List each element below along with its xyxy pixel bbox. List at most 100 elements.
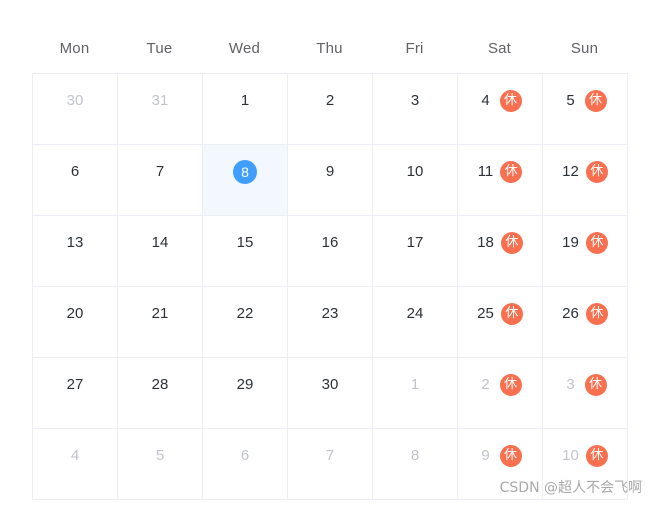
- day-number: 3: [566, 376, 575, 393]
- calendar-day-cell[interactable]: 15: [203, 216, 288, 287]
- calendar-day-cell[interactable]: 30: [33, 74, 118, 145]
- rest-day-badge-icon: 休: [500, 232, 523, 254]
- day-number: 20: [66, 305, 84, 322]
- calendar-day-cell[interactable]: 10: [373, 145, 458, 216]
- calendar-day-cell[interactable]: 10 休: [543, 429, 628, 500]
- rest-day-badge-icon: 休: [584, 374, 607, 396]
- calendar-day-cell[interactable]: 28: [118, 358, 203, 429]
- day-cell-content: 16: [288, 231, 372, 255]
- calendar-day-cell[interactable]: 2休: [458, 358, 543, 429]
- calendar-day-cell[interactable]: 30: [288, 358, 373, 429]
- calendar-day-cell[interactable]: 4休: [458, 74, 543, 145]
- calendar-day-cell[interactable]: 25 休: [458, 287, 543, 358]
- calendar-day-cell[interactable]: 27: [33, 358, 118, 429]
- calendar-day-cell[interactable]: 22: [203, 287, 288, 358]
- calendar-day-cell[interactable]: 26 休: [543, 287, 628, 358]
- selected-day-number: 8: [233, 160, 257, 184]
- calendar-day-cell[interactable]: 17: [373, 216, 458, 287]
- calendar-day-cell[interactable]: 9: [288, 145, 373, 216]
- day-number: 25: [477, 305, 494, 322]
- calendar: Mon Tue Wed Thu Fri Sat Sun 30 31 1 2 3 4 休 5 休 6 7 8 9 10 1…: [0, 0, 660, 509]
- calendar-day-cell[interactable]: 8: [203, 145, 288, 216]
- day-number: 30: [66, 92, 84, 109]
- weekday-header-tue: Tue: [146, 40, 173, 57]
- day-number: 27: [66, 376, 84, 393]
- calendar-day-cell[interactable]: 5: [118, 429, 203, 500]
- calendar-day-cell[interactable]: 24: [373, 287, 458, 358]
- day-cell-content: 1: [203, 89, 287, 113]
- weekday-header-wed: Wed: [228, 40, 261, 57]
- calendar-day-cell[interactable]: 19 休: [543, 216, 628, 287]
- calendar-day-cell[interactable]: 4: [33, 429, 118, 500]
- calendar-day-cell[interactable]: 29: [203, 358, 288, 429]
- calendar-day-cell[interactable]: 23: [288, 287, 373, 358]
- day-cell-content: 2: [288, 89, 372, 113]
- calendar-day-cell[interactable]: 18 休: [458, 216, 543, 287]
- calendar-day-cell[interactable]: 3: [373, 74, 458, 145]
- day-cell-content: 1: [373, 373, 457, 397]
- day-number: 5: [566, 92, 575, 109]
- day-cell-content: 30: [288, 373, 372, 397]
- calendar-day-cell[interactable]: 3休: [543, 358, 628, 429]
- day-number: 6: [70, 163, 80, 180]
- weekday-header-mon: Mon: [59, 40, 90, 57]
- day-number: 22: [236, 305, 254, 322]
- day-cell-content: 26 休: [543, 302, 627, 326]
- day-number: 8: [410, 447, 420, 464]
- day-number: 24: [406, 305, 424, 322]
- day-cell-content: 17: [373, 231, 457, 255]
- calendar-day-cell[interactable]: 7: [288, 429, 373, 500]
- weekday-header-sun: Sun: [570, 40, 599, 57]
- rest-day-badge-icon: 休: [499, 90, 522, 112]
- day-cell-content: 10 休: [543, 444, 627, 468]
- calendar-day-cell[interactable]: 31: [118, 74, 203, 145]
- calendar-day-cell[interactable]: 6: [203, 429, 288, 500]
- weekday-header-thu: Thu: [316, 40, 343, 57]
- day-cell-content: 25 休: [458, 302, 542, 326]
- rest-day-badge-icon: 休: [500, 303, 523, 325]
- day-cell-content: 21: [118, 302, 202, 326]
- day-number: 2: [325, 92, 335, 109]
- calendar-day-cell[interactable]: 8: [373, 429, 458, 500]
- day-cell-content: 10: [373, 160, 457, 184]
- calendar-weekday-header: Mon Tue Wed Thu Fri Sat Sun: [32, 33, 627, 65]
- day-cell-content: 8: [203, 160, 287, 184]
- day-cell-content: 18 休: [458, 231, 542, 255]
- calendar-day-cell[interactable]: 16: [288, 216, 373, 287]
- day-cell-content: 7: [288, 444, 372, 468]
- rest-day-badge-icon: 休: [499, 445, 522, 467]
- day-number: 21: [151, 305, 169, 322]
- day-number: 5: [155, 447, 165, 464]
- calendar-day-cell[interactable]: 1: [203, 74, 288, 145]
- rest-day-badge-icon: 休: [585, 161, 608, 183]
- calendar-day-cell[interactable]: 1: [373, 358, 458, 429]
- calendar-day-cell[interactable]: 11 休: [458, 145, 543, 216]
- calendar-day-cell[interactable]: 5休: [543, 74, 628, 145]
- day-cell-content: 9休: [458, 444, 542, 468]
- day-cell-content: 31: [118, 89, 202, 113]
- day-cell-content: 20: [33, 302, 117, 326]
- day-number: 1: [410, 376, 420, 393]
- calendar-day-cell[interactable]: 9休: [458, 429, 543, 500]
- calendar-day-cell[interactable]: 12 休: [543, 145, 628, 216]
- day-number: 15: [236, 234, 254, 251]
- day-cell-content: 4休: [458, 89, 542, 113]
- day-number: 4: [481, 92, 490, 109]
- day-cell-content: 11 休: [458, 160, 542, 184]
- day-number: 28: [151, 376, 169, 393]
- calendar-day-cell[interactable]: 6: [33, 145, 118, 216]
- calendar-day-cell[interactable]: 21: [118, 287, 203, 358]
- calendar-day-cell[interactable]: 7: [118, 145, 203, 216]
- day-cell-content: 12 休: [543, 160, 627, 184]
- calendar-day-cell[interactable]: 13: [33, 216, 118, 287]
- day-cell-content: 23: [288, 302, 372, 326]
- day-cell-content: 19 休: [543, 231, 627, 255]
- calendar-day-cell[interactable]: 2: [288, 74, 373, 145]
- day-cell-content: 9: [288, 160, 372, 184]
- calendar-day-cell[interactable]: 20: [33, 287, 118, 358]
- day-number: 4: [70, 447, 80, 464]
- calendar-day-grid: 30 31 1 2 3 4 休 5 休 6 7 8 9 10 11 休 12 休 13 14 15 16 17 18 休 19 休 2…: [32, 73, 628, 500]
- day-number: 13: [66, 234, 84, 251]
- calendar-day-cell[interactable]: 14: [118, 216, 203, 287]
- weekday-header-fri: Fri: [405, 40, 424, 57]
